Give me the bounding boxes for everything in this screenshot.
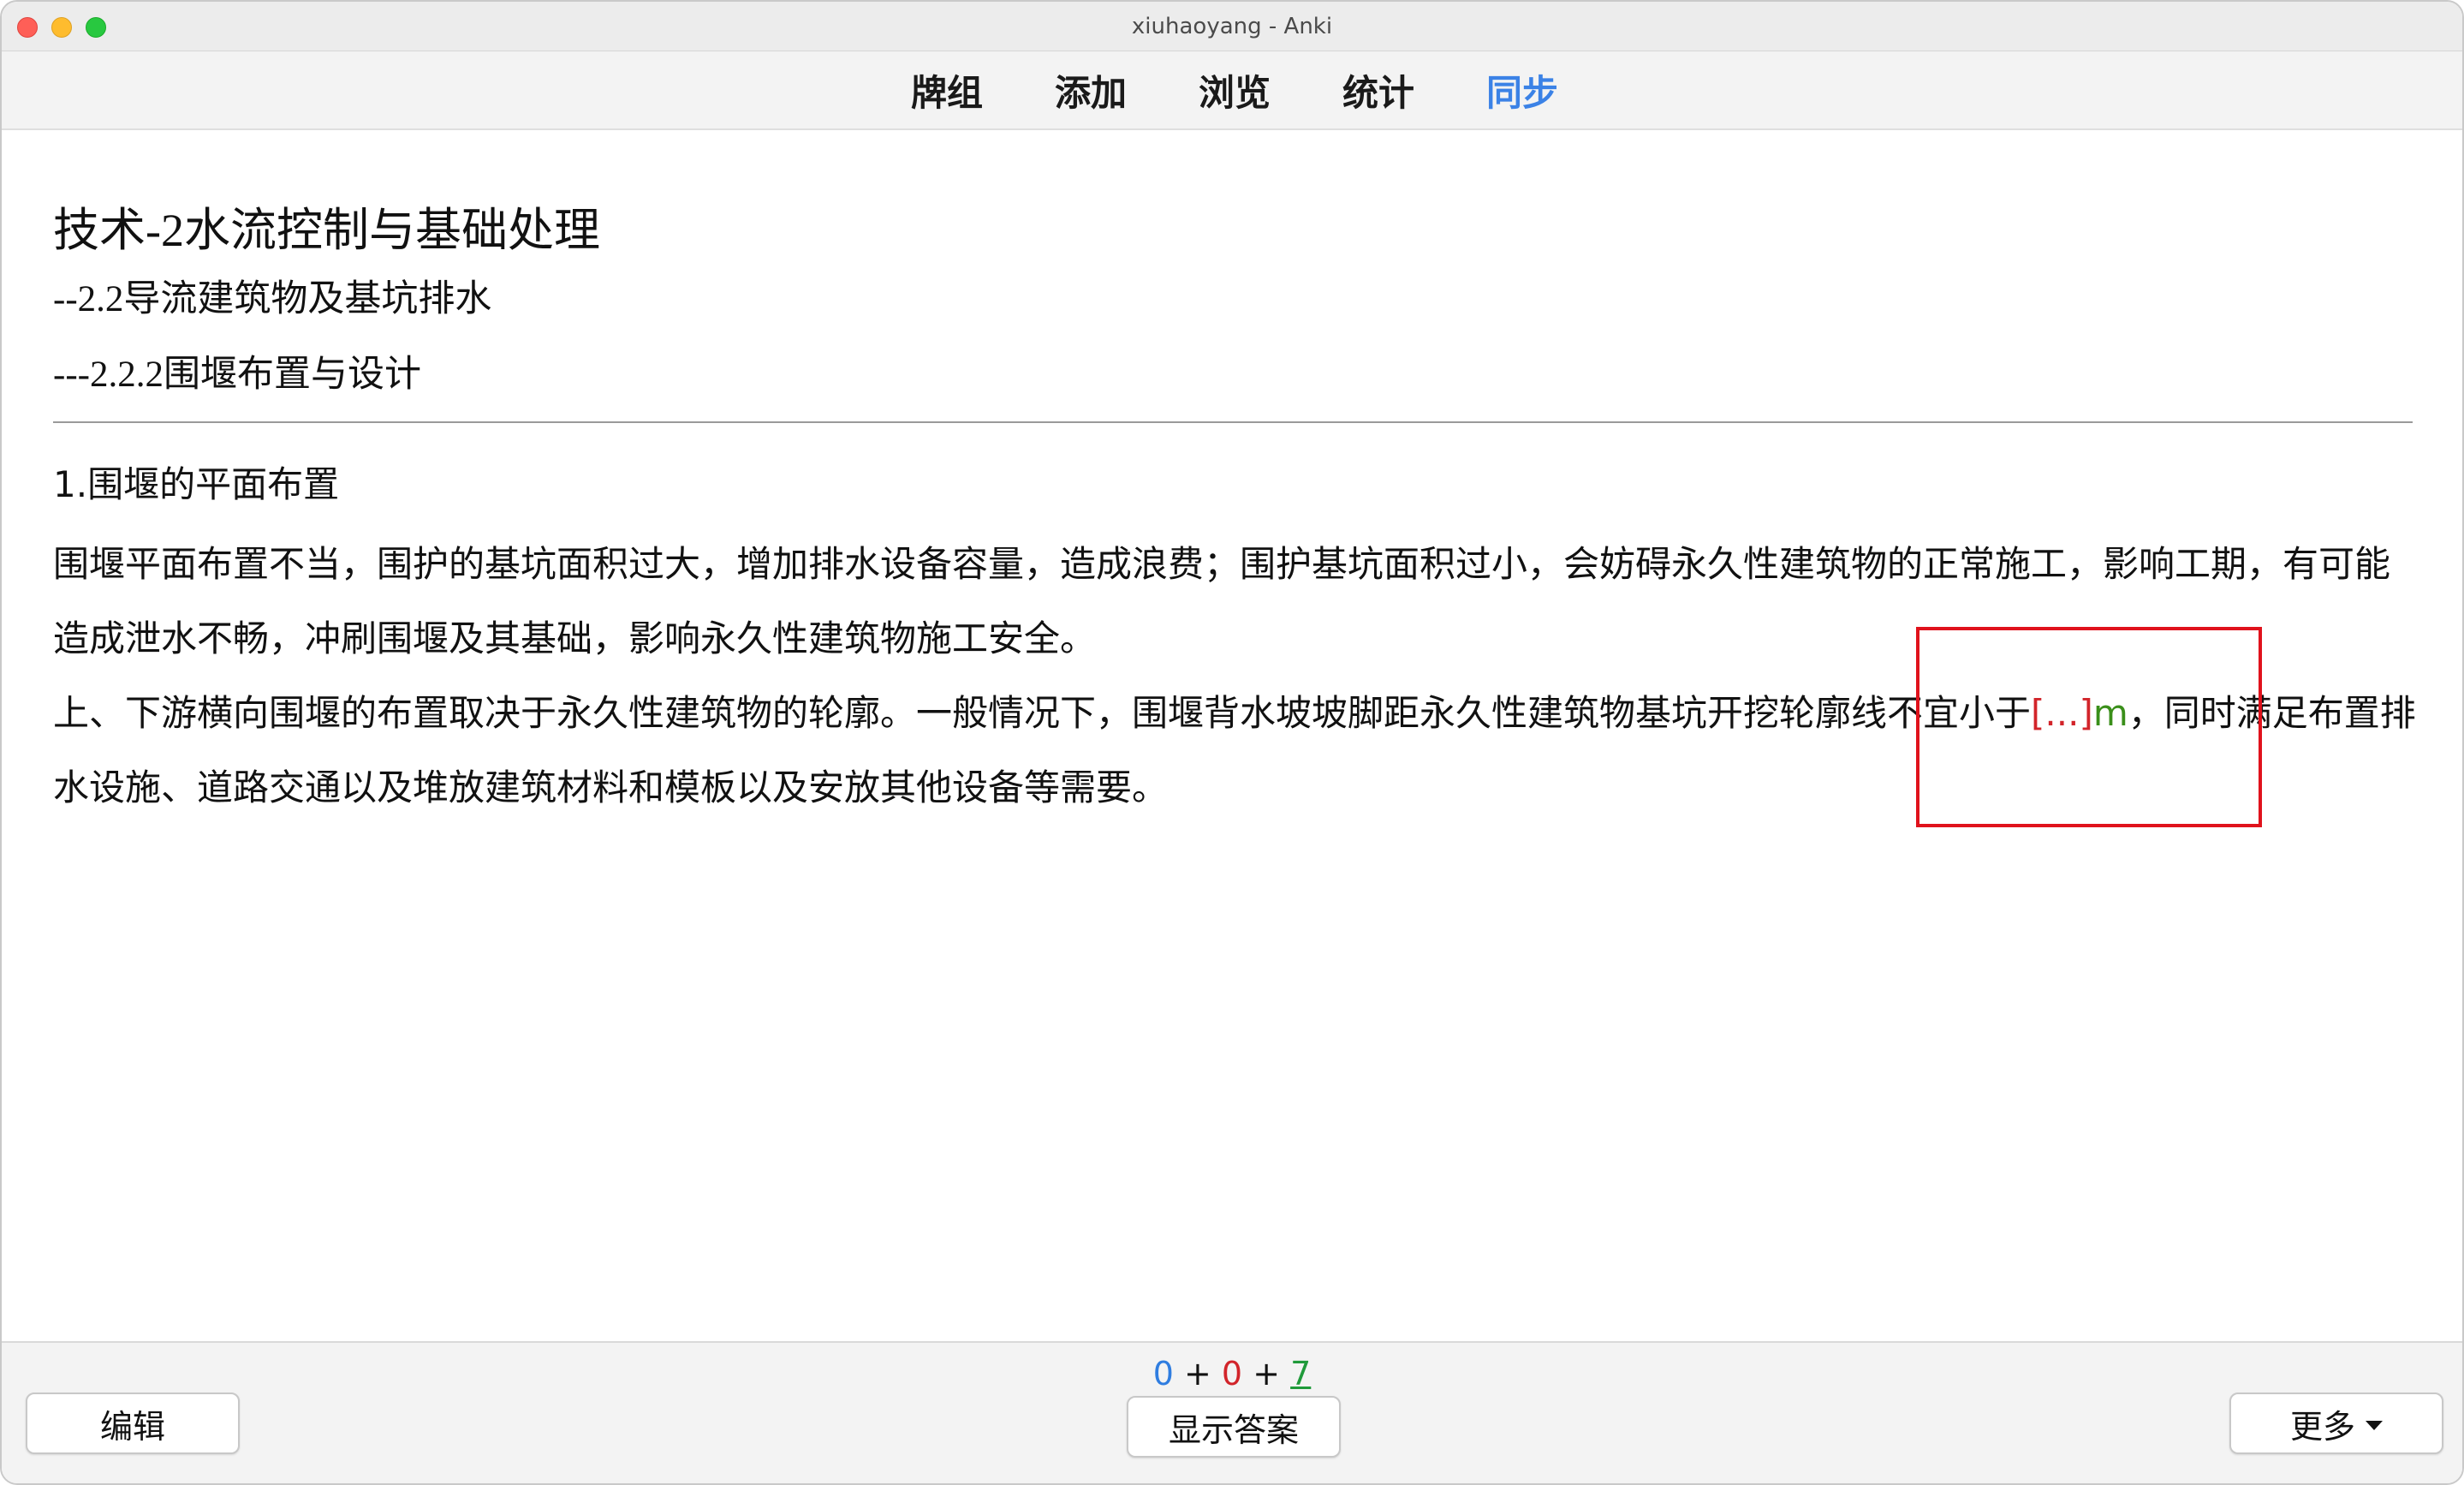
show-answer-button[interactable]: 显示答案 <box>1127 1396 1341 1458</box>
anki-window: xiuhaoyang - Anki 牌组 添加 浏览 统计 同步 技术-2水流控… <box>0 0 2464 1485</box>
bottom-bar: 0 + 0 + 7 编辑 显示答案 更多 <box>2 1341 2462 1483</box>
section-subtitle: ---2.2.2围堰布置与设计 <box>53 355 421 395</box>
learning-count: 0 <box>1221 1355 1243 1393</box>
review-count: 7 <box>1290 1355 1312 1393</box>
caret-down-icon <box>2366 1420 2383 1430</box>
header-divider <box>53 421 2413 423</box>
tab-stats[interactable]: 统计 <box>1342 64 1414 116</box>
due-counts: 0 + 0 + 7 <box>2 1355 2462 1393</box>
card-review-area: 技术-2水流控制与基础处理 --2.2导流建筑物及基坑排水 ---2.2.2围堰… <box>53 130 2416 1338</box>
tab-browse[interactable]: 浏览 <box>1199 64 1271 116</box>
more-button-label: 更多 <box>2289 1407 2355 1446</box>
title-bar: xiuhaoyang - Anki <box>2 2 2462 51</box>
count-separator: + <box>1183 1355 1211 1393</box>
deck-title: 技术-2水流控制与基础处理 <box>53 205 600 256</box>
tab-add[interactable]: 添加 <box>1055 64 1127 116</box>
chapter-subtitle: --2.2导流建筑物及基坑排水 <box>53 279 492 319</box>
new-count: 0 <box>1152 1355 1174 1393</box>
card-section-heading: 1.围堰的平面布置 <box>53 463 340 505</box>
tab-decks[interactable]: 牌组 <box>911 64 983 116</box>
main-toolbar: 牌组 添加 浏览 统计 同步 <box>2 51 2462 130</box>
count-separator: + <box>1253 1355 1281 1393</box>
more-button[interactable]: 更多 <box>2229 1393 2443 1454</box>
window-title: xiuhaoyang - Anki <box>1131 14 1333 39</box>
tab-sync[interactable]: 同步 <box>1486 64 1558 116</box>
paragraph-2-text-before: 上、下游横向围堰的布置取决于永久性建筑物的轮廓。一般情况下，围堰背水坡坡脚距永久… <box>53 692 2032 734</box>
edit-button[interactable]: 编辑 <box>26 1393 240 1454</box>
highlight-box <box>1916 627 2262 827</box>
